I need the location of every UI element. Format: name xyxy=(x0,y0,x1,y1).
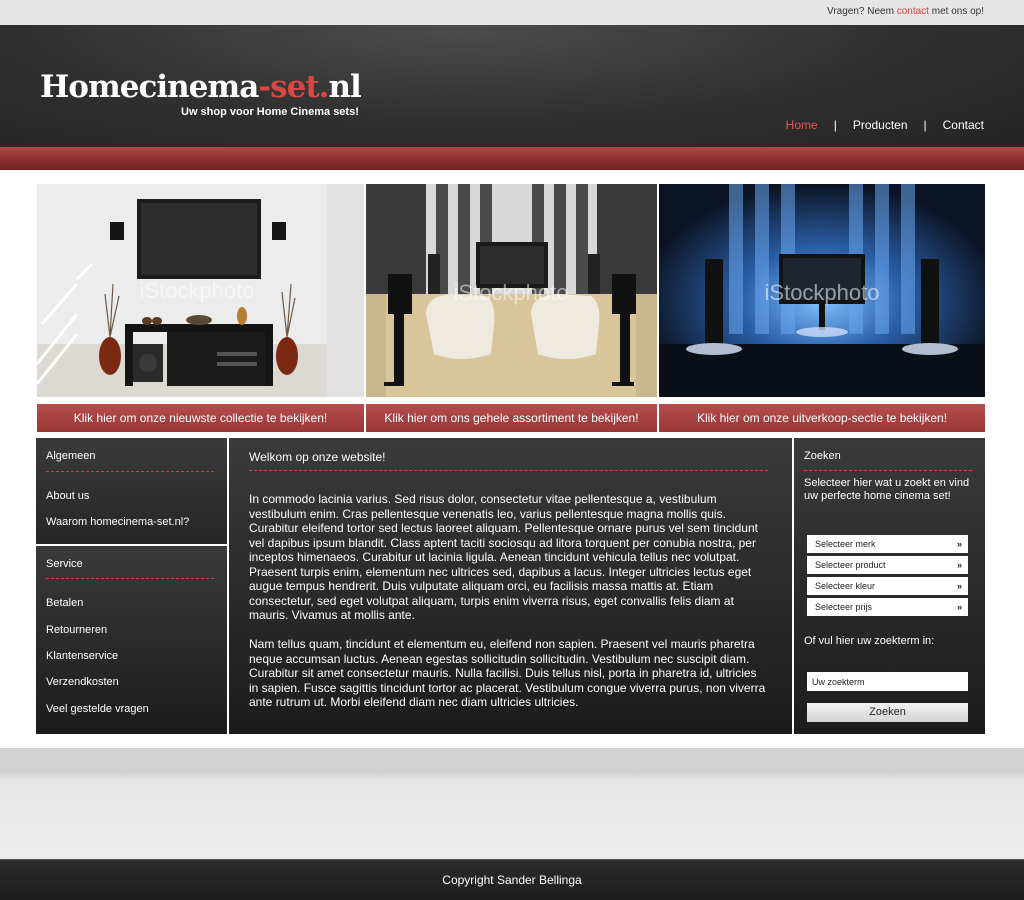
select-color-label: Selecteer kleur xyxy=(815,581,876,591)
general-section-title: Algemeen xyxy=(46,450,96,462)
search-sidebar: Zoeken Selecteer hier wat u zoekt en vin… xyxy=(794,438,985,734)
nav-separator: | xyxy=(833,118,837,132)
search-section-title: Zoeken xyxy=(804,450,841,462)
sidebar-link-verzendkosten[interactable]: Verzendkosten xyxy=(46,676,119,688)
banner-assortment: iStockphoto Klik hier om ons gehele asso… xyxy=(366,184,657,432)
intro-paragraph: In commodo lacinia varius. Sed risus dol… xyxy=(249,492,758,622)
sidebar-link-betalen[interactable]: Betalen xyxy=(46,597,83,609)
contact-prompt: Vragen? Neem contact met ons op! xyxy=(827,6,984,17)
search-input[interactable] xyxy=(807,672,968,691)
chevron-down-icon: » xyxy=(956,581,962,591)
nav-separator: | xyxy=(923,118,927,132)
nav-contact[interactable]: Contact xyxy=(943,118,984,132)
banner-button-sale[interactable]: Klik hier om onze uitverkoop-sectie te b… xyxy=(659,404,985,432)
contact-link[interactable]: contact xyxy=(897,6,929,17)
title-divider xyxy=(249,470,768,471)
sidebar-link-about-us[interactable]: About us xyxy=(46,490,89,502)
select-price-label: Selecteer prijs xyxy=(815,602,873,612)
contact-prompt-prefix: Vragen? Neem xyxy=(827,6,897,17)
chevron-down-icon: » xyxy=(956,602,962,612)
service-section-title: Service xyxy=(46,558,83,570)
site-tagline: Uw shop voor Home Cinema sets! xyxy=(181,106,359,118)
banner-row: iStockphoto Klik hier om onze nieuwste c… xyxy=(37,184,985,432)
select-brand[interactable]: Selecteer merk » xyxy=(807,535,968,553)
logo-text-set: -set. xyxy=(258,69,329,105)
nav-producten[interactable]: Producten xyxy=(853,118,908,132)
section-divider xyxy=(46,471,214,472)
main-nav: Home | Producten | Contact xyxy=(786,118,984,132)
istockphoto-watermark: iStockphoto xyxy=(140,278,255,303)
living-room-photo[interactable]: iStockphoto xyxy=(37,184,364,397)
banner-button-collection[interactable]: Klik hier om onze nieuwste collectie te … xyxy=(37,404,364,432)
copyright-text: Copyright Sander Bellinga xyxy=(442,873,582,887)
banner-collection: iStockphoto Klik hier om onze nieuwste c… xyxy=(37,184,364,432)
sidebar-link-klantenservice[interactable]: Klantenservice xyxy=(46,650,118,662)
chevron-down-icon: » xyxy=(956,539,962,549)
sidebar-link-waarom[interactable]: Waarom homecinema-set.nl? xyxy=(46,516,189,528)
nav-home[interactable]: Home xyxy=(786,118,818,132)
page-title: Welkom op onze website! xyxy=(249,450,386,464)
chevron-down-icon: » xyxy=(956,560,962,570)
top-bar: Vragen? Neem contact met ons op! xyxy=(0,0,1024,25)
select-brand-label: Selecteer merk xyxy=(815,539,876,549)
select-color[interactable]: Selecteer kleur » xyxy=(807,577,968,595)
section-divider xyxy=(804,470,972,471)
search-term-label: Of vul hier uw zoekterm in: xyxy=(804,635,935,647)
header-red-band xyxy=(0,147,1024,170)
main-content: Welkom op onze website! In commodo lacin… xyxy=(229,438,792,734)
service-section: Service Betalen Retourneren Klantenservi… xyxy=(36,546,227,734)
select-product[interactable]: Selecteer product » xyxy=(807,556,968,574)
site-logo[interactable]: Homecinema-set.nl xyxy=(40,69,362,105)
banner-button-assortment[interactable]: Klik hier om ons gehele assortiment te b… xyxy=(366,404,657,432)
search-button[interactable]: Zoeken xyxy=(807,703,968,722)
istockphoto-watermark: iStockphoto xyxy=(765,280,880,305)
second-paragraph: Nam tellus quam, tincidunt et elementum … xyxy=(249,637,766,709)
contact-prompt-suffix: met ons op! xyxy=(928,6,984,17)
istockphoto-watermark: iStockphoto xyxy=(454,280,569,305)
blue-stage-photo[interactable]: iStockphoto xyxy=(659,184,985,397)
home-theater-photo[interactable]: iStockphoto xyxy=(366,184,657,397)
select-price[interactable]: Selecteer prijs » xyxy=(807,598,968,616)
select-product-label: Selecteer product xyxy=(815,560,886,570)
section-divider xyxy=(46,578,214,579)
footer-spacer xyxy=(0,748,1024,859)
logo-text-nl: nl xyxy=(328,69,361,105)
sidebar-link-faq[interactable]: Veel gestelde vragen xyxy=(46,703,149,715)
search-intro-text: Selecteer hier wat u zoekt en vind uw pe… xyxy=(804,477,970,502)
site-header: Homecinema-set.nl Uw shop voor Home Cine… xyxy=(0,25,1024,147)
logo-text-homecinema: Homecinema xyxy=(40,69,259,105)
sidebar-link-retourneren[interactable]: Retourneren xyxy=(46,624,107,636)
general-section: Algemeen About us Waarom homecinema-set.… xyxy=(36,438,227,544)
banner-sale: iStockphoto Klik hier om onze uitverkoop… xyxy=(659,184,985,432)
site-footer: Copyright Sander Bellinga xyxy=(0,859,1024,900)
left-sidebar: Algemeen About us Waarom homecinema-set.… xyxy=(36,438,227,734)
